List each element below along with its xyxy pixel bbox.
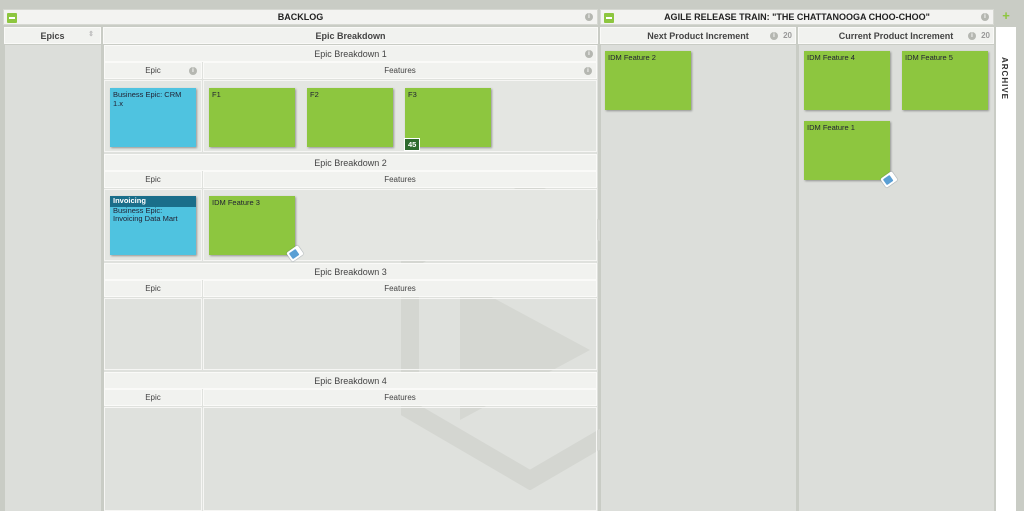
epics-column-header: Epics ⇕ [4,27,101,44]
breakdown-3-epic-cell [104,298,202,370]
breakdown-4-features-cell [203,407,597,511]
card-title: IDM Feature 4 [807,53,855,62]
next-pi-title: Next Product Increment [647,30,749,41]
breakdown-2-title: Epic Breakdown 2 [104,154,597,171]
breakdown-3-title: Epic Breakdown 3 [104,263,597,280]
epic-col-label: Epic [145,66,161,75]
info-icon[interactable]: i [585,50,593,58]
breakdown-4-title: Epic Breakdown 4 [104,372,597,389]
estimate-badge: 45 [404,138,421,151]
current-pi-count: 20 [981,31,990,40]
feature-card-idm3[interactable]: IDM Feature 3 [209,196,295,255]
info-icon[interactable]: i [585,13,593,21]
epic-card-crm[interactable]: Business Epic: CRM 1.x [110,88,196,147]
info-icon[interactable]: i [189,67,197,75]
epic-breakdown-header: Epic Breakdown [103,27,598,44]
breakdown-1-epic-col: Epic i [104,62,202,79]
art-title: AGILE RELEASE TRAIN: "THE CHATTANOOGA CH… [664,12,930,22]
archive-label: ARCHIVE [1000,57,1009,101]
breakdown-3-epic-col: Epic [104,280,202,297]
card-title: F3 [408,90,417,99]
breakdown-title: Epic Breakdown 1 [314,48,387,59]
feature-card-idm4[interactable]: IDM Feature 4 [804,51,890,110]
card-title: IDM Feature 3 [212,198,260,207]
breakdown-2-features-col: Features [203,171,597,188]
add-lane-button[interactable]: + [1000,9,1012,23]
next-pi-header: Next Product Increment i 20 [600,27,796,44]
card-title: IDM Feature 2 [608,53,656,62]
collapse-art-button[interactable] [604,13,614,23]
collapse-backlog-button[interactable] [7,13,17,23]
feature-card-f1[interactable]: F1 [209,88,295,147]
next-pi-count: 20 [783,31,792,40]
backlog-title: BACKLOG [277,12,324,22]
breakdown-4-features-col: Features [203,389,597,406]
info-icon[interactable]: i [981,13,989,21]
info-icon[interactable]: i [770,32,778,40]
feature-card-f2[interactable]: F2 [307,88,393,147]
card-title: Business Epic: CRM 1.x [113,90,182,108]
breakdown-2-epic-col: Epic [104,171,202,188]
card-title: IDM Feature 5 [905,53,953,62]
sort-icon[interactable]: ⇕ [88,30,94,38]
breakdown-4-epic-cell [104,407,202,511]
card-title: IDM Feature 1 [807,123,855,132]
backlog-header: BACKLOG i [3,9,598,25]
card-title: F2 [310,90,319,99]
epic-card-invoicing[interactable]: Invoicing Business Epic: Invoicing Data … [110,196,196,255]
breakdown-3-features-cell [203,298,597,370]
breakdown-1-title: Epic Breakdown 1 i [104,45,597,62]
epics-column [4,45,101,511]
feature-card-idm5[interactable]: IDM Feature 5 [902,51,988,110]
breakdown-title: Epic Breakdown 2 [314,157,387,168]
current-pi-column [798,45,994,511]
current-pi-header: Current Product Increment i 20 [798,27,994,44]
breakdown-4-epic-col: Epic [104,389,202,406]
breakdown-3-features-col: Features [203,280,597,297]
archive-panel[interactable]: ARCHIVE [996,27,1016,511]
info-icon[interactable]: i [968,32,976,40]
next-pi-column [600,45,796,511]
card-title: F1 [212,90,221,99]
current-pi-title: Current Product Increment [838,30,954,41]
art-header: AGILE RELEASE TRAIN: "THE CHATTANOOGA CH… [600,9,994,25]
feature-card-idm2[interactable]: IDM Feature 2 [605,51,691,110]
feature-card-idm1[interactable]: IDM Feature 1 [804,121,890,180]
info-icon[interactable]: i [584,67,592,75]
breakdown-1-features-col: Features i [203,62,597,79]
epics-label: Epics [40,30,65,41]
card-title: Business Epic: Invoicing Data Mart [113,205,178,224]
features-col-label: Features [384,66,416,75]
